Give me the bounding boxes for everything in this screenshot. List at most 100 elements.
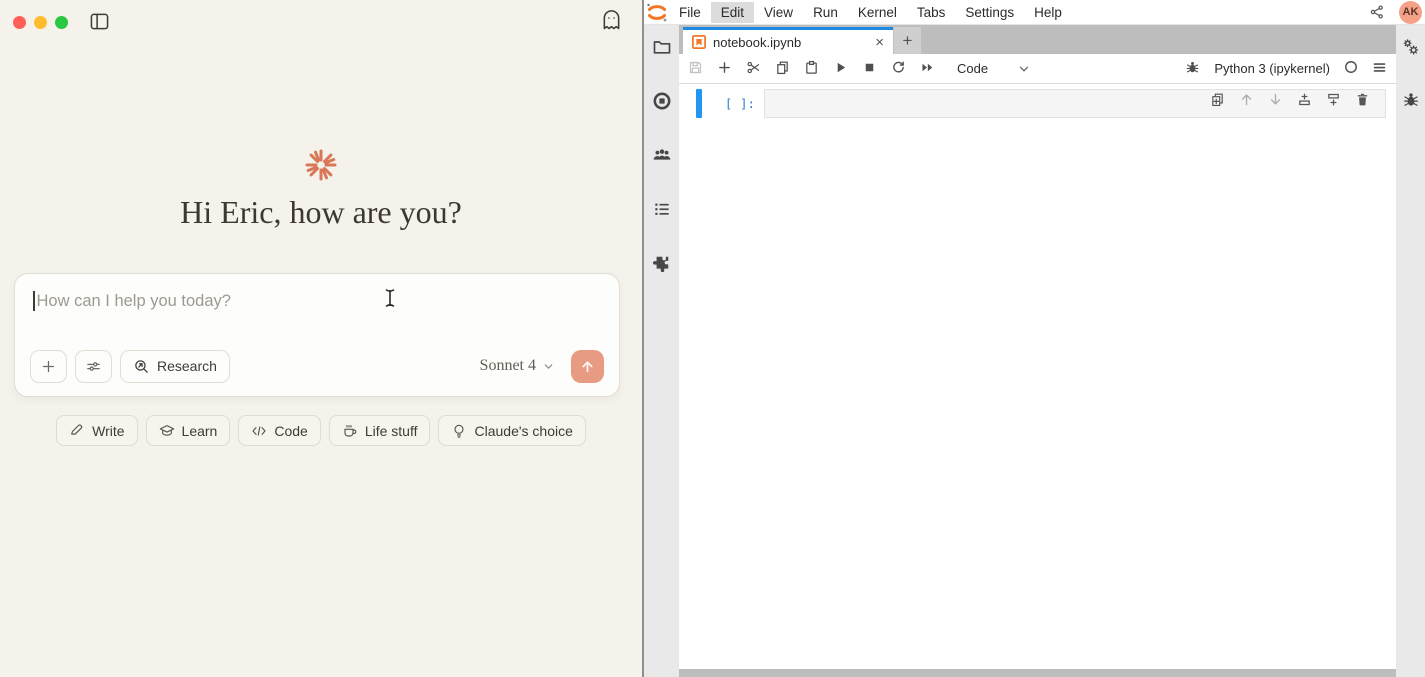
notebook-bottom-strip <box>679 669 1396 677</box>
traffic-lights <box>13 16 68 29</box>
stop-icon[interactable] <box>862 60 877 78</box>
cut-icon[interactable] <box>746 60 761 78</box>
model-name: Sonnet 4 <box>480 357 536 375</box>
code-cell[interactable]: [ ]: <box>696 89 1386 118</box>
menu-file[interactable]: File <box>669 2 711 23</box>
sliders-icon <box>85 358 102 375</box>
paste-icon[interactable] <box>804 60 819 78</box>
cell-prompt: [ ]: <box>702 89 764 118</box>
tab-notebook[interactable]: notebook.ipynb × <box>683 27 893 54</box>
chip-label: Code <box>274 423 307 439</box>
suggestion-chips: Write Learn Code Life stu <box>0 415 642 446</box>
new-tab-button[interactable]: + <box>894 27 921 54</box>
lightbulb-icon <box>451 423 467 439</box>
chip-label: Learn <box>182 423 218 439</box>
chip-claudes-choice[interactable]: Claude's choice <box>438 415 585 446</box>
tab-bar: notebook.ipynb × + <box>679 25 1396 54</box>
duplicate-cell-icon[interactable] <box>1210 92 1225 110</box>
debugger-bug-icon[interactable] <box>1185 60 1200 78</box>
extensions-puzzle-icon[interactable] <box>652 253 672 273</box>
property-inspector-gears-icon[interactable] <box>1402 38 1420 56</box>
debugger-bug-icon[interactable] <box>1402 91 1420 109</box>
tools-sliders-button[interactable] <box>75 350 112 383</box>
jupyter-right-sidebar <box>1396 25 1425 677</box>
jupyter-menubar: File Edit View Run Kernel Tabs Settings … <box>644 0 1425 25</box>
graduation-cap-icon <box>159 423 175 439</box>
research-label: Research <box>157 358 217 374</box>
notebook-file-icon <box>692 35 706 49</box>
close-window-button[interactable] <box>13 16 26 29</box>
plus-icon <box>40 358 57 375</box>
chip-label: Life stuff <box>365 423 418 439</box>
insert-below-icon[interactable] <box>1326 92 1341 110</box>
minimize-window-button[interactable] <box>34 16 47 29</box>
chip-write[interactable]: Write <box>56 415 137 446</box>
research-button[interactable]: Research <box>120 350 230 383</box>
screen: Hi Eric, how are you? How can I help you… <box>0 0 1425 677</box>
claude-spark-icon <box>303 147 339 183</box>
chevron-down-icon <box>1018 63 1030 75</box>
notebook-toolbar: Code Python 3 (ipykernel) <box>679 54 1396 84</box>
menu-edit[interactable]: Edit <box>711 2 754 23</box>
chevron-down-icon <box>542 360 555 373</box>
greeting-title: Hi Eric, how are you? <box>0 194 642 231</box>
table-of-contents-icon[interactable] <box>652 199 672 219</box>
move-down-icon[interactable] <box>1268 92 1283 110</box>
menu-settings[interactable]: Settings <box>955 2 1024 23</box>
save-icon[interactable] <box>688 60 703 78</box>
notebook-panel: notebook.ipynb × + <box>679 25 1396 677</box>
tab-title: notebook.ipynb <box>713 35 868 50</box>
menu-tabs[interactable]: Tabs <box>907 2 956 23</box>
run-icon[interactable] <box>833 60 848 78</box>
delete-cell-icon[interactable] <box>1355 92 1370 110</box>
chip-code[interactable]: Code <box>238 415 320 446</box>
code-brackets-icon <box>251 423 267 439</box>
share-icon[interactable] <box>1369 4 1385 20</box>
kernel-status-circle <box>1344 60 1358 77</box>
send-button[interactable] <box>571 350 604 383</box>
coffee-cup-icon <box>342 423 358 439</box>
copy-icon[interactable] <box>775 60 790 78</box>
pencil-icon <box>69 423 85 439</box>
model-selector[interactable]: Sonnet 4 <box>480 357 555 375</box>
cell-type-select[interactable]: Code <box>957 61 1030 76</box>
add-cell-icon[interactable] <box>717 60 732 78</box>
chat-input[interactable]: How can I help you today? <box>33 291 231 311</box>
notebook-content[interactable]: [ ]: <box>679 84 1396 669</box>
restart-kernel-icon[interactable] <box>891 60 906 78</box>
menu-run[interactable]: Run <box>803 2 848 23</box>
cell-toolbar <box>1207 92 1373 110</box>
move-up-icon[interactable] <box>1239 92 1254 110</box>
jupyterlab-window: File Edit View Run Kernel Tabs Settings … <box>644 0 1425 677</box>
kernel-name[interactable]: Python 3 (ipykernel) <box>1214 61 1330 76</box>
folder-icon[interactable] <box>652 37 672 57</box>
research-magnifier-icon <box>133 358 150 375</box>
claude-window: Hi Eric, how are you? How can I help you… <box>0 0 642 677</box>
chip-label: Claude's choice <box>474 423 572 439</box>
close-tab-icon[interactable]: × <box>875 35 884 50</box>
chat-input-placeholder: How can I help you today? <box>37 292 231 311</box>
run-all-icon[interactable] <box>920 60 935 78</box>
ghost-icon[interactable] <box>601 8 622 31</box>
menu-view[interactable]: View <box>754 2 803 23</box>
attach-plus-button[interactable] <box>30 350 67 383</box>
collaboration-users-icon[interactable] <box>652 145 672 165</box>
jupyter-logo-icon <box>645 1 669 23</box>
cell-type-value: Code <box>957 61 988 76</box>
zoom-window-button[interactable] <box>55 16 68 29</box>
insert-above-icon[interactable] <box>1297 92 1312 110</box>
menu-kernel[interactable]: Kernel <box>848 2 907 23</box>
send-arrow-icon <box>579 358 596 375</box>
chip-learn[interactable]: Learn <box>146 415 231 446</box>
menu-help[interactable]: Help <box>1024 2 1072 23</box>
jupyter-left-sidebar <box>644 25 679 677</box>
text-cursor-pointer <box>383 288 397 308</box>
chip-label: Write <box>92 423 124 439</box>
sidebar-toggle-icon[interactable] <box>90 13 109 30</box>
avatar[interactable]: AK <box>1399 1 1422 24</box>
hamburger-menu-icon[interactable] <box>1372 60 1387 78</box>
text-caret <box>33 291 35 311</box>
chat-composer: How can I help you today? <box>14 273 620 397</box>
running-sessions-icon[interactable] <box>652 91 672 111</box>
chip-life-stuff[interactable]: Life stuff <box>329 415 431 446</box>
